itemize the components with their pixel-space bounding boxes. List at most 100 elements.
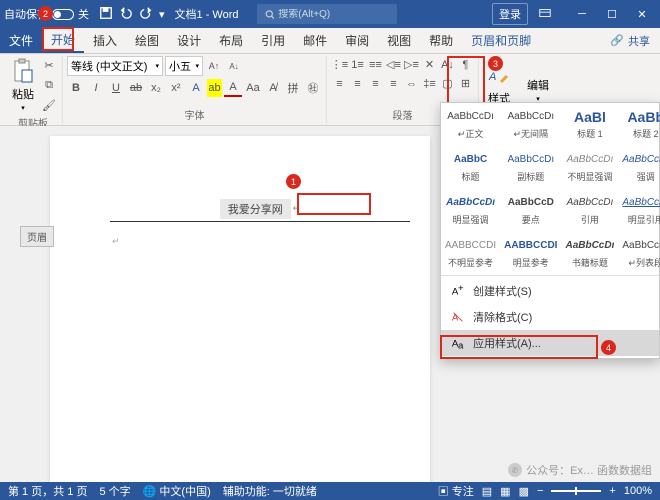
tab-draw[interactable]: 绘图 — [126, 28, 168, 53]
tab-review[interactable]: 审阅 — [336, 28, 378, 53]
style-item-6[interactable]: AaBbCcDı不明显强调 — [561, 146, 618, 189]
justify-icon[interactable]: ≡ — [385, 75, 402, 92]
strikethrough-icon[interactable]: ab — [127, 79, 145, 97]
format-painter-icon[interactable]: 🖌 — [40, 96, 58, 114]
style-preview: AaBbCcDı — [622, 238, 660, 254]
underline-icon[interactable]: U — [107, 79, 125, 97]
create-style-cmd[interactable]: A+ 创建样式(S) — [441, 278, 659, 304]
italic-icon[interactable]: I — [87, 79, 105, 97]
view-print-icon[interactable]: ▤ — [482, 485, 492, 498]
save-icon[interactable] — [99, 6, 113, 23]
style-item-11[interactable]: AaBbCcDı明显引用 — [618, 189, 660, 232]
style-item-1[interactable]: AaBbCcDı↵无间隔 — [500, 103, 561, 146]
qat-dropdown-icon[interactable]: ▾ — [159, 8, 165, 21]
enclose-icon[interactable]: ㊓ — [304, 79, 322, 97]
phonetic-icon[interactable]: 拼 — [284, 79, 302, 97]
numbering-icon[interactable]: 1≡ — [349, 56, 366, 73]
style-item-4[interactable]: AaBbC标题 — [441, 146, 500, 189]
search-box[interactable] — [257, 4, 397, 24]
subscript-icon[interactable]: x₂ — [147, 79, 165, 97]
line-spacing-icon[interactable]: ‡≡ — [421, 75, 438, 92]
search-input[interactable] — [278, 9, 388, 20]
status-words[interactable]: 5 个字 — [99, 483, 130, 499]
zoom-in-icon[interactable]: + — [609, 485, 615, 497]
undo-icon[interactable] — [119, 6, 133, 23]
grow-font-icon[interactable]: A↑ — [205, 57, 223, 75]
style-name: 副标题 — [504, 170, 557, 183]
status-access[interactable]: 辅助功能: 一切就绪 — [223, 483, 317, 499]
view-web-icon[interactable]: ▩ — [519, 485, 529, 498]
cut-icon[interactable]: ✂ — [40, 56, 58, 74]
bullets-icon[interactable]: ⋮≡ — [331, 56, 348, 73]
style-item-9[interactable]: AaBbCcD要点 — [500, 189, 561, 232]
status-focus[interactable]: ▣ 专注 — [438, 483, 474, 499]
distribute-icon[interactable]: ⇔ — [403, 75, 420, 92]
decrease-indent-icon[interactable]: ◁≡ — [385, 56, 402, 73]
status-lang[interactable]: 🌐 中文(中国) — [143, 483, 211, 499]
ribbon-tabs: 文件 开始 插入 绘图 设计 布局 引用 邮件 审阅 视图 帮助 页眉和页脚 🔗… — [0, 28, 660, 54]
tab-help[interactable]: 帮助 — [420, 28, 462, 53]
editing-button[interactable]: 编辑 ▾ — [523, 75, 553, 105]
multilevel-icon[interactable]: ≡≡ — [367, 56, 384, 73]
shrink-font-icon[interactable]: A↓ — [225, 57, 243, 75]
view-read-icon[interactable]: ▦ — [500, 485, 510, 498]
tab-mailings[interactable]: 邮件 — [294, 28, 336, 53]
login-button[interactable]: 登录 — [492, 3, 528, 25]
style-item-14[interactable]: AaBbCcDı书籍标题 — [561, 232, 618, 275]
group-clipboard: 粘贴 ▾ ✂ ⧉ 🖌 剪贴板 — [4, 56, 63, 123]
tab-design[interactable]: 设计 — [168, 28, 210, 53]
tab-layout[interactable]: 布局 — [210, 28, 252, 53]
group-label-paragraph: 段落 — [393, 106, 413, 123]
font-color-icon[interactable]: A — [224, 79, 242, 97]
bold-icon[interactable]: B — [67, 79, 85, 97]
style-item-8[interactable]: AaBbCcDı明显强调 — [441, 189, 500, 232]
watermark: ✆ 公众号：Ex… 函数数据组 — [508, 462, 652, 478]
text-direction-icon[interactable]: ✕ — [421, 56, 438, 73]
ribbon-mode-icon[interactable] — [538, 6, 552, 23]
superscript-icon[interactable]: x² — [167, 79, 185, 97]
maximize-button[interactable]: ☐ — [598, 4, 626, 24]
clear-format-icon[interactable]: A̸ — [264, 79, 282, 97]
tab-file[interactable]: 文件 — [0, 28, 42, 53]
style-name: 书籍标题 — [565, 256, 614, 269]
styles-gallery: AaBbCcDı↵正文AaBbCcDı↵无间隔AaBl标题 1AaBb标题 2A… — [440, 102, 660, 359]
status-zoom[interactable]: 100% — [624, 485, 652, 497]
font-name-select[interactable]: 等线 (中文正文)▾ — [67, 56, 163, 76]
tab-header-footer[interactable]: 页眉和页脚 — [462, 28, 540, 53]
paste-button[interactable]: 粘贴 ▾ — [8, 56, 38, 114]
align-left-icon[interactable]: ≡ — [331, 75, 348, 92]
style-name: 标题 — [445, 170, 496, 183]
style-item-5[interactable]: AaBbCcDı副标题 — [500, 146, 561, 189]
header-text[interactable]: 我爱分享网 — [220, 199, 291, 219]
tab-view[interactable]: 视图 — [378, 28, 420, 53]
zoom-slider[interactable] — [551, 490, 601, 492]
copy-icon[interactable]: ⧉ — [40, 76, 58, 94]
style-item-12[interactable]: AABBCCDI不明显参考 — [441, 232, 500, 275]
tab-insert[interactable]: 插入 — [84, 28, 126, 53]
clear-format-cmd[interactable]: A 清除格式(C) — [441, 304, 659, 330]
style-item-0[interactable]: AaBbCcDı↵正文 — [441, 103, 500, 146]
style-item-15[interactable]: AaBbCcDı↵列表段 — [618, 232, 660, 275]
style-name: 引用 — [565, 213, 614, 226]
zoom-out-icon[interactable]: − — [537, 485, 543, 497]
highlight-icon[interactable]: ab — [207, 79, 222, 97]
close-button[interactable]: ✕ — [628, 4, 656, 24]
align-right-icon[interactable]: ≡ — [367, 75, 384, 92]
style-item-10[interactable]: AaBbCcDı引用 — [561, 189, 618, 232]
change-case-icon[interactable]: Aa — [244, 79, 262, 97]
text-effects-icon[interactable]: A — [187, 79, 205, 97]
style-item-3[interactable]: AaBb标题 2 — [618, 103, 660, 146]
font-size-select[interactable]: 小五▾ — [165, 56, 203, 76]
header-tag: 页眉 — [20, 226, 54, 247]
style-item-2[interactable]: AaBl标题 1 — [561, 103, 618, 146]
style-item-7[interactable]: AaBbCcDı强调 — [618, 146, 660, 189]
status-page[interactable]: 第 1 页，共 1 页 — [8, 483, 87, 499]
share-button[interactable]: 🔗共享 — [600, 28, 660, 53]
style-item-13[interactable]: AABBCCDI明显参考 — [500, 232, 561, 275]
redo-icon[interactable] — [139, 6, 153, 23]
align-center-icon[interactable]: ≡ — [349, 75, 366, 92]
wechat-icon: ✆ — [508, 463, 522, 477]
minimize-button[interactable]: ─ — [568, 4, 596, 24]
tab-references[interactable]: 引用 — [252, 28, 294, 53]
increase-indent-icon[interactable]: ▷≡ — [403, 56, 420, 73]
